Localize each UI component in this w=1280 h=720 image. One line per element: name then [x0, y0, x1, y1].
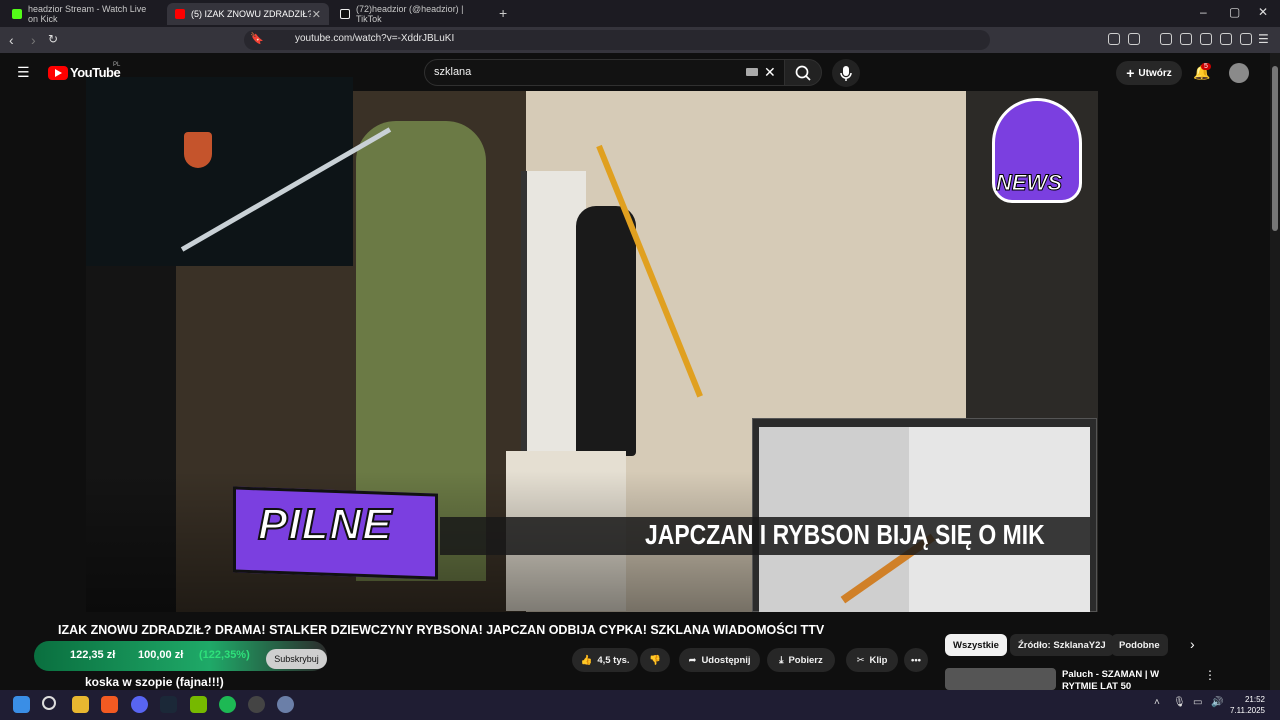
tab-youtube[interactable]: (5) IZAK ZNOWU ZDRADZIŁ? ✕ [167, 3, 329, 25]
download-label: Pobierz [788, 654, 823, 666]
avatar[interactable] [1229, 63, 1249, 83]
k-news-logo-text: NEWS [996, 170, 1063, 196]
clock-time: 21:52 [1244, 695, 1265, 704]
create-label: Utwórz [1138, 67, 1172, 79]
price-current: 122,35 zł [70, 649, 116, 661]
download-icon: ⤓ [779, 654, 784, 666]
microphone-icon [840, 66, 852, 81]
tab-title: headzior Stream - Watch Live on Kick [28, 4, 147, 24]
obs-icon[interactable] [248, 696, 265, 713]
search-icon [795, 65, 811, 81]
related-more-icon[interactable]: ⋮ [1204, 668, 1216, 682]
share-button[interactable]: ➦ Udostępnij [679, 648, 760, 672]
chip-related[interactable]: Podobne [1111, 634, 1168, 656]
subscribe-button[interactable]: Subskrybuj [266, 649, 327, 669]
dislike-button[interactable]: 👎 [640, 648, 670, 672]
share-icon: ➦ [688, 654, 697, 666]
back-icon[interactable]: ‹ [9, 32, 14, 48]
chip-source[interactable]: Źródło: SzklanaY2J [1010, 634, 1114, 656]
price-base: 100,00 zł [138, 649, 184, 661]
tray-volume-icon[interactable]: 🔊 [1211, 697, 1223, 708]
chevron-right-icon[interactable]: › [1190, 636, 1195, 652]
hamburger-icon[interactable]: ☰ [17, 64, 30, 81]
ai-icon[interactable] [1220, 33, 1232, 45]
tray-display-icon[interactable]: ▭ [1193, 697, 1202, 708]
news-ticker-text: JAPCZAN I RYBSON BIJĄ SIĘ O MIK [645, 519, 1045, 550]
clip-label: Klip [869, 654, 888, 666]
price-percent: (122,35%) [199, 649, 250, 661]
tray-mic-icon[interactable]: 🎙 [1173, 697, 1186, 708]
vpn-icon[interactable] [1240, 33, 1252, 45]
taskbar-clock[interactable]: 21:52 7.11.2025 [1230, 694, 1265, 716]
search-button[interactable] [784, 59, 822, 86]
tiktok-icon [340, 9, 350, 19]
notification-count-badge: 5 [1201, 63, 1211, 70]
tab-title: (5) IZAK ZNOWU ZDRADZIŁ? [191, 9, 311, 19]
file-explorer-icon[interactable] [72, 696, 89, 713]
scrollbar-thumb[interactable] [1272, 66, 1278, 231]
kick-icon [12, 9, 22, 19]
sidebar-icon[interactable] [1180, 33, 1192, 45]
tab-title: (72)headzior (@headzior) | TikTok [356, 4, 464, 24]
share-label: Udostępnij [701, 654, 751, 666]
menu-icon[interactable]: ☰ [1258, 32, 1269, 46]
close-tab-icon[interactable]: ✕ [312, 8, 321, 21]
reload-icon[interactable]: ↻ [48, 32, 58, 46]
brave-browser-icon[interactable] [101, 696, 118, 713]
scissors-icon: ✂ [856, 654, 865, 666]
pilne-text: PILNE [257, 499, 393, 550]
chip-all[interactable]: Wszystkie [945, 634, 1007, 656]
extensions-icon[interactable] [1108, 33, 1120, 45]
more-actions-button[interactable]: ••• [904, 648, 928, 672]
new-tab-button[interactable]: + [499, 5, 507, 21]
plus-icon: + [1126, 65, 1135, 81]
clip-button[interactable]: ✂ Klip [846, 648, 898, 672]
maximize-button[interactable]: ▢ [1229, 5, 1240, 19]
clear-search-icon[interactable]: ✕ [764, 64, 776, 81]
minimize-button[interactable]: – [1200, 5, 1207, 19]
video-person-painting [576, 206, 636, 456]
clock-date: 7.11.2025 [1230, 706, 1265, 715]
thumbs-down-icon: 👎 [649, 654, 661, 666]
discord-icon[interactable] [131, 696, 148, 713]
create-button[interactable]: + Utwórz [1116, 61, 1182, 85]
youtube-icon [175, 9, 185, 19]
video-title: IZAK ZNOWU ZDRADZIŁ? DRAMA! STALKER DZIE… [58, 623, 825, 637]
related-video-thumbnail[interactable] [945, 668, 1056, 690]
browser-toolbar: ‹ › ↻ 🔖 ☰ [0, 27, 1280, 53]
url-text[interactable]: youtube.com/watch?v=-XddrJBLuKI [295, 33, 454, 44]
nvidia-icon[interactable] [190, 696, 207, 713]
steam-icon[interactable] [160, 696, 177, 713]
close-window-button[interactable]: ✕ [1258, 5, 1268, 19]
music-icon[interactable] [1160, 33, 1172, 45]
reader-icon[interactable] [1128, 33, 1140, 45]
like-button[interactable]: 👍 4,5 tys. [572, 648, 638, 672]
lamp-shape [184, 132, 212, 168]
tab-tiktok[interactable]: (72)headzior (@headzior) | TikTok [332, 3, 494, 25]
like-count: 4,5 tys. [597, 654, 630, 666]
forward-icon[interactable]: › [31, 32, 36, 48]
keyboard-icon[interactable] [746, 68, 758, 76]
download-button[interactable]: ⤓ Pobierz [767, 648, 835, 672]
search-value[interactable]: szklana [434, 66, 471, 78]
region-label: PL [113, 62, 121, 68]
related-video-title[interactable]: Paluch - SZAMAN | W RYTMIE LAT 50 [1062, 669, 1192, 691]
windows-start-icon[interactable] [13, 696, 30, 713]
youtube-logo-icon[interactable] [48, 66, 68, 80]
tab-kick[interactable]: headzior Stream - Watch Live on Kick [4, 3, 166, 25]
thumbs-up-icon: 👍 [580, 654, 593, 666]
tray-chevron-icon[interactable]: ˄ [1154, 697, 1160, 708]
voice-search-button[interactable] [832, 59, 860, 87]
bookmark-icon[interactable]: 🔖 [250, 32, 264, 45]
chat-overlay-text: koska w szopie (fajna!!!) [85, 675, 224, 689]
browser-tab-bar: headzior Stream - Watch Live on Kick (5)… [0, 0, 1280, 27]
webcam-overlay-top-left [86, 77, 392, 266]
wallet-icon[interactable] [1200, 33, 1212, 45]
spotify-icon[interactable] [219, 696, 236, 713]
settings-gear-icon[interactable] [277, 696, 294, 713]
taskbar-search-icon[interactable] [42, 696, 56, 710]
search-input[interactable] [424, 59, 786, 86]
